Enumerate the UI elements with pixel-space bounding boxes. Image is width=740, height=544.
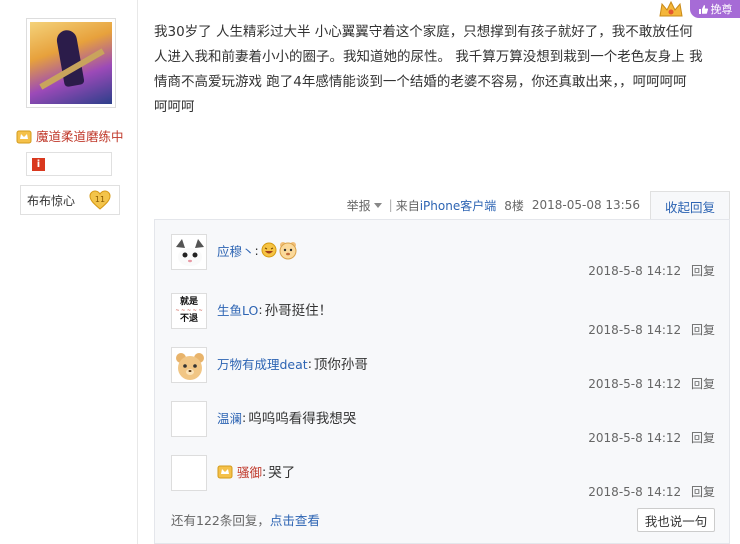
- reply-item: 万物有成理deat: 顶你孙哥 2018-5-8 14:12 回复: [171, 347, 715, 401]
- reply-line: 生鱼LO: 孙哥挺住！: [217, 299, 333, 320]
- reply-button[interactable]: 回复: [691, 485, 715, 499]
- author-name[interactable]: 魔道柔道磨练中: [36, 126, 124, 145]
- reply-item: 就是 ~ ~ ~ ~ ~ 不退 生鱼LO: 孙哥挺住！ 2018-5-8 14:…: [171, 293, 715, 347]
- thumb-icon: [698, 4, 708, 14]
- reply-avatar[interactable]: [171, 455, 207, 491]
- divider: |: [388, 198, 393, 212]
- bear-face-icon: [176, 353, 204, 380]
- reply-colon: :: [307, 355, 312, 371]
- reply-panel: 应穆丶: 2018-5-8 14:12 回复 就是 ~ ~ ~ ~ ~ 不退 生…: [154, 219, 730, 544]
- level-heart-icon: 11: [89, 190, 111, 210]
- author-icon-box: i: [26, 152, 112, 176]
- reply-username[interactable]: 骚御: [237, 462, 262, 481]
- emoji-bear-icon: [279, 242, 297, 260]
- reply-meta: 2018-5-8 14:12 回复: [588, 262, 715, 279]
- reply-avatar[interactable]: [171, 234, 207, 270]
- add-reply-button[interactable]: 我也说一句: [637, 508, 715, 532]
- info-icon[interactable]: i: [32, 158, 45, 171]
- reply-meta: 2018-5-8 14:12 回复: [588, 429, 715, 446]
- avatar-text-top: 就是: [179, 297, 198, 307]
- reply-time: 2018-5-8 14:12: [588, 431, 682, 445]
- reply-item: 应穆丶: 2018-5-8 14:12 回复: [171, 234, 715, 288]
- view-more-link[interactable]: 点击查看: [270, 513, 320, 528]
- reply-line: 温澜: 呜呜呜看得我想哭: [217, 407, 357, 428]
- reply-username[interactable]: 万物有成理deat: [217, 354, 308, 373]
- reply-line: 万物有成理deat: 顶你孙哥: [217, 353, 368, 374]
- vip-label: 挽尊: [710, 3, 733, 16]
- reply-colon: :: [254, 242, 259, 258]
- vip-crown-icon: [659, 0, 683, 17]
- source-prefix: 来自: [395, 198, 420, 213]
- reply-time: 2018-5-8 14:12: [588, 264, 682, 278]
- reply-button[interactable]: 回复: [691, 377, 715, 391]
- reply-item: 骚御: 哭了 2018-5-8 14:12 回复: [171, 455, 715, 509]
- author-avatar-image: [30, 22, 112, 104]
- reply-time: 2018-5-8 14:12: [588, 323, 682, 337]
- reply-meta: 2018-5-8 14:12 回复: [588, 321, 715, 338]
- reply-time: 2018-5-8 14:12: [588, 377, 682, 391]
- reply-time: 2018-5-8 14:12: [588, 485, 682, 499]
- reply-line: 应穆丶:: [217, 240, 300, 260]
- emoji-laugh-icon: [261, 242, 277, 258]
- reply-button[interactable]: 回复: [691, 264, 715, 278]
- fan-badge[interactable]: 布布惊心 11: [20, 185, 120, 215]
- reply-button[interactable]: 回复: [691, 431, 715, 445]
- reply-line: 骚御: 哭了: [217, 461, 295, 481]
- reply-avatar[interactable]: [171, 401, 207, 437]
- reply-button[interactable]: 回复: [691, 323, 715, 337]
- author-panel: 魔道柔道磨练中 i 布布惊心 11: [0, 0, 138, 544]
- reply-avatar[interactable]: [171, 347, 207, 383]
- collapse-replies-button[interactable]: 收起回复: [650, 191, 730, 221]
- reply-meta: 2018-5-8 14:12 回复: [588, 483, 715, 500]
- post-datetime: 2018-05-08 13:56: [531, 198, 640, 212]
- post-content: 我30岁了 人生精彩过大半 小心翼翼守着这个家庭，只想撑到有孩子就好了，我不敢放…: [154, 24, 703, 115]
- author-avatar[interactable]: [26, 18, 116, 108]
- reply-text: 顶你孙哥: [313, 357, 368, 373]
- more-replies: 还有122条回复，点击查看: [171, 510, 320, 529]
- avatar-text-bottom: 不退: [179, 314, 198, 324]
- post-meta: 举报 | 来自 iPhone客户端 8楼 2018-05-08 13:56 收起回…: [154, 190, 730, 221]
- reply-username[interactable]: 生鱼LO: [217, 300, 258, 319]
- source-link[interactable]: iPhone客户端: [420, 197, 497, 214]
- reply-username[interactable]: 应穆丶: [217, 241, 255, 260]
- reply-item: 温澜: 呜呜呜看得我想哭 2018-5-8 14:12 回复: [171, 401, 715, 455]
- reply-colon: :: [258, 301, 263, 317]
- member-crown-icon: [16, 130, 32, 143]
- reply-username[interactable]: 温澜: [217, 408, 242, 427]
- level-number: 11: [95, 195, 105, 204]
- reply-colon: :: [262, 463, 267, 479]
- reply-text: 哭了: [268, 465, 296, 481]
- reply-colon: :: [242, 409, 247, 425]
- report-link[interactable]: 举报: [347, 197, 371, 214]
- author-name-row: 魔道柔道磨练中: [16, 126, 124, 145]
- more-replies-count: 还有122条回复，: [171, 513, 270, 528]
- member-crown-icon: [217, 465, 233, 479]
- reply-avatar[interactable]: 就是 ~ ~ ~ ~ ~ 不退: [171, 293, 207, 329]
- fan-badge-name: 布布惊心: [27, 193, 76, 208]
- chevron-down-icon[interactable]: [373, 202, 382, 208]
- reply-text: 呜呜呜看得我想哭: [248, 411, 357, 427]
- reply-text: 孙哥挺住！: [264, 303, 333, 319]
- vip-badge[interactable]: 挽尊: [690, 0, 740, 18]
- cat-face-icon: [176, 239, 204, 266]
- floor-number: 8楼: [504, 198, 524, 213]
- reply-meta: 2018-5-8 14:12 回复: [588, 375, 715, 392]
